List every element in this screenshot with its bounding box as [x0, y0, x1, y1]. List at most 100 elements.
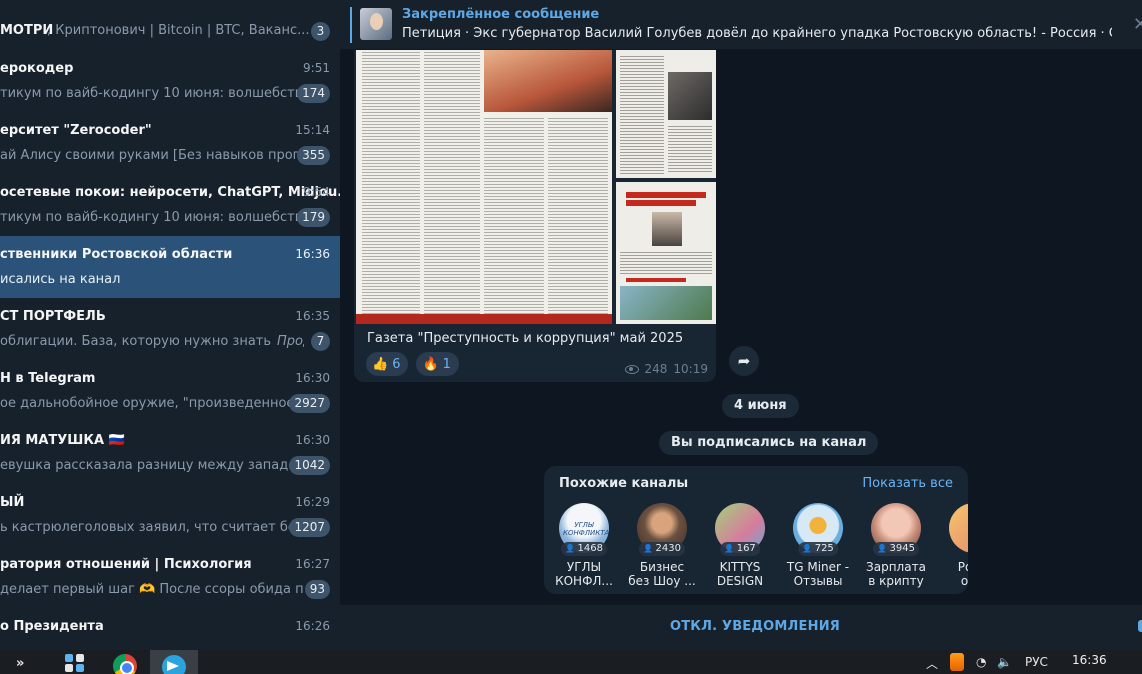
chat-list-item[interactable]: ерситет "Zerocoder" 15:14 ай Алису своими …	[0, 112, 340, 174]
chat-list-item[interactable]: ственники Ростовской области 16:36 исались…	[0, 236, 340, 298]
similar-channel[interactable]: УГЛЫ КОНФЛИКТА 👤 1468 УГЛЫ КОНФЛ...	[546, 503, 622, 588]
similar-channel[interactable]: 👤 2430 Бизнес без Шоу ...	[624, 503, 700, 588]
chat-view: Закреплённое сообщение Петиция · Экс губ…	[340, 0, 1142, 650]
chat-preview-text: делает первый шаг 🫶 После ссоры обида по…	[0, 582, 304, 597]
reaction-fire[interactable]: 🔥 1	[416, 352, 459, 376]
chat-list-item[interactable]: осетевые покои: нейросети, ChatGPT, Midj…	[0, 174, 340, 236]
channel-name: Зарплата в крипту	[866, 560, 926, 588]
volume-icon[interactable]: 🔈	[997, 655, 1012, 669]
pinned-message-bar[interactable]: Закреплённое сообщение Петиция · Экс губ…	[340, 0, 1142, 50]
similar-channel[interactable]: 👤 167 KITTYS DESIGN	[702, 503, 778, 588]
chat-list-item[interactable]: МОТРИ, Криптонович | Bitcoin | BTC, Вака…	[0, 12, 340, 50]
chat-name: СТ ПОРТФЕЛЬ	[0, 309, 106, 324]
pinned-text: Петиция · Экс губернатор Василий Голубев…	[402, 26, 1112, 41]
channel-name: Роз... об...	[957, 560, 968, 588]
chat-name: Н в Telegram	[0, 371, 96, 386]
chat-list-item[interactable]: о Президента 16:26	[0, 608, 340, 650]
similar-channel[interactable]: 👤 3945 Зарплата в крипту	[858, 503, 934, 588]
channel-avatar-text: УГЛЫ КОНФЛИКТА	[563, 521, 609, 537]
unread-badge: 1042	[289, 456, 330, 475]
chat-time: 16:30	[295, 371, 330, 385]
chat-preview: исались на канал	[0, 272, 304, 287]
chat-preview-continuation: Продол...	[277, 334, 304, 349]
chat-time: 16:29	[295, 495, 330, 509]
chat-list-item[interactable]: ерокодер 9:51 тикум по вайб-кодингу 10 июн…	[0, 50, 340, 112]
subscriber-count-value: 1468	[577, 543, 603, 554]
mute-notifications-button[interactable]: ОТКЛ. УВЕДОМЛЕНИЯ	[340, 619, 1142, 634]
reactions: 👍 6 🔥 1	[366, 352, 459, 376]
unread-badge: 174	[297, 84, 330, 103]
chat-preview: ь кастрюлеголовых заявил, что считает бе…	[0, 520, 304, 535]
language-indicator[interactable]: РУС	[1025, 655, 1048, 669]
chat-name: ЫЙ	[0, 495, 25, 510]
user-icon: 👤	[802, 544, 815, 553]
chat-list-item[interactable]: ратория отношений | Психология 16:27 делае…	[0, 546, 340, 608]
view-count: 248	[644, 362, 668, 376]
close-icon[interactable]: ✕	[1133, 14, 1142, 35]
subscriber-count: 👤 167	[720, 542, 760, 556]
pinned-accent-bar	[350, 7, 352, 43]
chat-time: 15:14	[295, 123, 330, 137]
tray-chevron-icon[interactable]: ︿	[926, 655, 938, 672]
chat-preview-text: евушка рассказала разницу между западом …	[0, 458, 304, 473]
chat-name: МОТРИ	[0, 23, 54, 38]
chat-preview-text: облигации. База, которую нужно знать	[0, 334, 272, 349]
user-icon: 👤	[877, 544, 890, 553]
thumbs-up-icon: 👍	[372, 356, 389, 372]
telegram-icon[interactable]	[162, 655, 186, 674]
chat-preview-text: исались на канал	[0, 272, 121, 287]
similar-channel[interactable]: Роз... об...	[936, 503, 968, 588]
chat-list-item[interactable]: ЫЙ 16:29 ь кастрюлеголовых заявил, что счи…	[0, 484, 340, 546]
unread-badge: 355	[297, 146, 330, 165]
chat-preview: делает первый шаг 🫶 После ссоры обида по…	[0, 582, 304, 597]
show-all-link[interactable]: Показать все	[862, 476, 953, 491]
newspaper-scan-thumbnail[interactable]	[616, 182, 716, 324]
tray-app-icon[interactable]	[950, 653, 964, 671]
chat-time: 9:54	[303, 185, 330, 199]
bot-icon	[1138, 620, 1142, 632]
clock[interactable]: 16:36	[1072, 653, 1107, 667]
chat-preview: ай Алису своими руками [Без навыков прог…	[0, 148, 304, 163]
newspaper-scan-page[interactable]	[356, 50, 612, 324]
bottom-bar: ОТКЛ. УВЕДОМЛЕНИЯ	[340, 604, 1142, 650]
pinned-title: Закреплённое сообщение	[402, 7, 600, 22]
channel-avatar	[949, 503, 968, 553]
network-icon[interactable]: ◔	[976, 655, 986, 669]
chat-time: 9:51	[303, 61, 330, 75]
subscriber-count: 👤 3945	[873, 542, 919, 556]
reaction-like[interactable]: 👍 6	[366, 352, 409, 376]
subscriber-count-value: 3945	[889, 543, 915, 554]
chat-preview: облигации. База, которую нужно знать Прод…	[0, 334, 304, 349]
newspaper-scan-thumbnail[interactable]	[616, 50, 716, 178]
subscriber-count: 👤 725	[798, 542, 838, 556]
service-message: Вы подписались на канал	[659, 431, 879, 455]
chat-preview: ое дальнобойное оружие, "произведенное н…	[0, 396, 304, 411]
subscriber-count-value: 725	[814, 543, 834, 554]
post-meta: 248 10:19	[624, 362, 708, 376]
subscriber-count-value: 2430	[655, 543, 681, 554]
chat-list-item[interactable]: ИЯ МАТУШКА 🇷🇺 16:30 евушка рассказала разн…	[0, 422, 340, 484]
taskbar: » ︿ ◔ 🔈 РУС 16:36	[0, 650, 1142, 674]
fire-icon: 🔥	[422, 356, 439, 372]
chrome-icon[interactable]	[113, 654, 137, 674]
chat-preview: тикум по вайб-кодингу 10 июня: волшебств…	[0, 210, 304, 225]
subscriber-count: 👤 1468	[561, 542, 607, 556]
chat-name: осетевые покои: нейросети, ChatGPT, Midj…	[0, 185, 340, 200]
chat-list-item[interactable]: СТ ПОРТФЕЛЬ 16:35 облигации. База, которую…	[0, 298, 340, 360]
channel-name: KITTYS DESIGN	[716, 560, 764, 588]
chevron-double-icon[interactable]: »	[16, 656, 24, 674]
share-button[interactable]: ➦	[729, 346, 759, 376]
chat-name: ственники Ростовской области	[0, 247, 233, 262]
unread-badge: 93	[304, 580, 330, 599]
chat-list: МОТРИ, Криптонович | Bitcoin | BTC, Вака…	[0, 0, 340, 650]
channel-name: TG Miner - Отзывы	[786, 560, 850, 588]
chat-list-item[interactable]: Н в Telegram 16:30 ое дальнобойное оружие,…	[0, 360, 340, 422]
app-grid-icon[interactable]	[63, 652, 87, 674]
channel-name: Бизнес без Шоу ...	[628, 560, 696, 588]
similar-channel[interactable]: 👤 725 TG Miner - Отзывы	[780, 503, 856, 588]
eye-icon	[624, 364, 639, 374]
similar-channels-panel: Похожие каналы Показать все УГЛЫ КОНФЛИК…	[544, 466, 968, 594]
chat-name: ерситет "Zerocoder"	[0, 123, 152, 138]
chat-time: 16:35	[295, 309, 330, 323]
newspaper-footer-line	[356, 314, 612, 324]
